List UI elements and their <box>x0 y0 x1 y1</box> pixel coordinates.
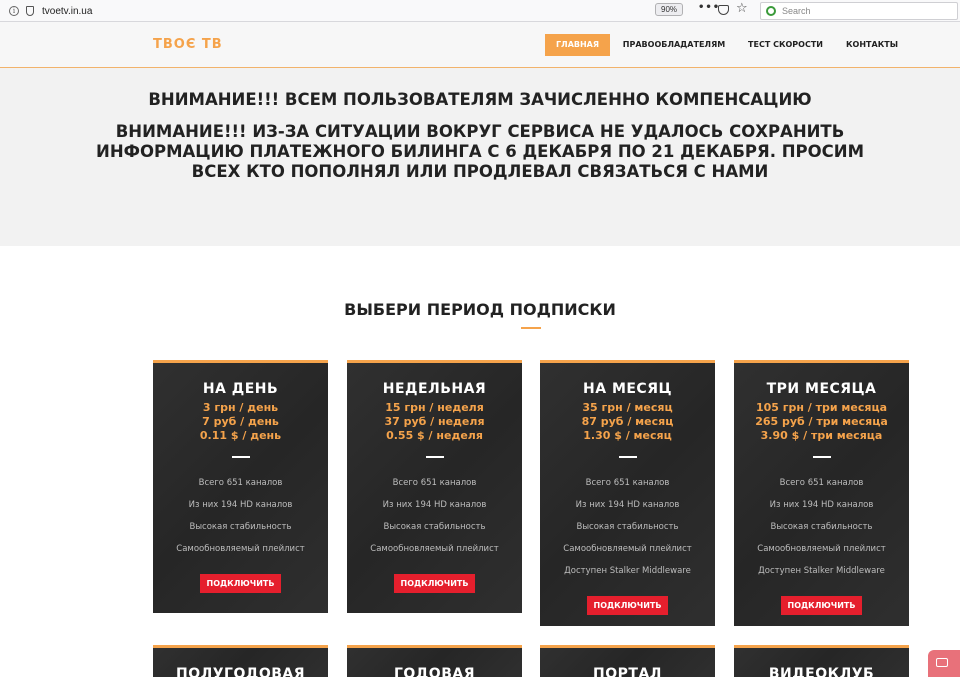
subscribe-button[interactable]: ПОДКЛЮЧИТЬ <box>393 574 476 593</box>
divider <box>231 456 250 458</box>
divider <box>812 456 831 458</box>
chat-widget-button[interactable] <box>928 650 960 677</box>
plan-feature: Самообновляемый плейлист <box>757 544 886 554</box>
plan-price-uah: 105 грн / три месяца <box>755 401 888 414</box>
page-actions-icon[interactable]: ••• <box>698 2 720 13</box>
plan-card-half-year: ПОЛУГОДОВАЯ <box>153 645 328 677</box>
plan-price-uah: 35 грн / месяц <box>582 401 673 414</box>
plan-price-usd: 3.90 $ / три месяца <box>760 429 883 442</box>
plan-feature: Самообновляемый плейлист <box>563 544 692 554</box>
plan-title: ВИДЕОКЛУБ <box>768 666 875 677</box>
plan-price-rub: 87 руб / месяц <box>581 415 674 428</box>
plan-card-portal: ПОРТАЛ <box>540 645 715 677</box>
site-header: ТВОЄ ТВ ГЛАВНАЯ ПРАВООБЛАДАТЕЛЯМ ТЕСТ СК… <box>0 22 960 68</box>
notice-compensation: ВНИМАНИЕ!!! ВСЕМ ПОЛЬЗОВАТЕЛЯМ ЗАЧИСЛЕНН… <box>148 90 812 109</box>
plan-feature: Высокая стабильность <box>770 522 873 532</box>
plan-feature: Всего 651 каналов <box>392 478 477 488</box>
nav-contacts[interactable]: КОНТАКТЫ <box>843 34 901 56</box>
plan-feature: Всего 651 каналов <box>779 478 864 488</box>
plan-card-three-months: ТРИ МЕСЯЦА 105 грн / три месяца 265 руб … <box>734 360 909 626</box>
plan-price-usd: 0.55 $ / неделя <box>386 429 483 442</box>
plan-title: НА МЕСЯЦ <box>583 381 672 397</box>
plan-card-week: НЕДЕЛЬНАЯ 15 грн / неделя 37 руб / недел… <box>347 360 522 613</box>
plan-title: ПОЛУГОДОВАЯ <box>175 666 306 677</box>
section-title-underline <box>521 327 541 329</box>
search-placeholder: Search <box>782 6 811 16</box>
plan-feature: Высокая стабильность <box>383 522 486 532</box>
subscribe-button[interactable]: ПОДКЛЮЧИТЬ <box>199 574 282 593</box>
subscribe-button[interactable]: ПОДКЛЮЧИТЬ <box>780 596 863 615</box>
plan-feature: Высокая стабильность <box>576 522 679 532</box>
plan-title: НЕДЕЛЬНАЯ <box>382 381 487 397</box>
plan-title: ПОРТАЛ <box>593 666 662 677</box>
notice-billing-line-3: ВСЕХ КТО ПОПОЛНЯЛ ИЛИ ПРОДЛЕВАЛ СВЯЗАТЬС… <box>191 162 769 181</box>
plan-feature: Доступен Stalker Middleware <box>564 566 691 576</box>
plan-feature: Самообновляемый плейлист <box>370 544 499 554</box>
plan-price-rub: 37 руб / неделя <box>384 415 485 428</box>
browser-toolbar: i tvoetv.in.ua 90% ••• ☆ Search <box>0 0 960 22</box>
plan-feature: Всего 651 каналов <box>198 478 283 488</box>
plan-price-usd: 0.11 $ / день <box>199 429 282 442</box>
plan-title: ТРИ МЕСЯЦА <box>766 381 877 397</box>
nav-rightholders[interactable]: ПРАВООБЛАДАТЕЛЯМ <box>620 34 728 56</box>
plan-title: НА ДЕНЬ <box>202 381 279 397</box>
zoom-indicator[interactable]: 90% <box>655 3 684 16</box>
plan-feature: Всего 651 каналов <box>585 478 670 488</box>
address-bar[interactable]: i tvoetv.in.ua <box>4 2 752 20</box>
plan-feature: Из них 194 HD каналов <box>188 500 293 510</box>
plan-feature: Высокая стабильность <box>189 522 292 532</box>
plan-feature: Самообновляемый плейлист <box>176 544 305 554</box>
nav-home[interactable]: ГЛАВНАЯ <box>545 34 610 56</box>
info-icon[interactable]: i <box>8 5 20 17</box>
url-text[interactable]: tvoetv.in.ua <box>42 6 92 17</box>
bookmark-star-icon[interactable]: ☆ <box>736 1 748 16</box>
plan-card-day: НА ДЕНЬ 3 грн / день 7 руб / день 0.11 $… <box>153 360 328 613</box>
plan-price-uah: 3 грн / день <box>202 401 279 414</box>
plan-card-month: НА МЕСЯЦ 35 грн / месяц 87 руб / месяц 1… <box>540 360 715 626</box>
plan-feature: Из них 194 HD каналов <box>575 500 680 510</box>
notice-banner: ВНИМАНИЕ!!! ВСЕМ ПОЛЬЗОВАТЕЛЯМ ЗАЧИСЛЕНН… <box>0 68 960 246</box>
nav-speed-test[interactable]: ТЕСТ СКОРОСТИ <box>743 34 828 56</box>
divider <box>618 456 637 458</box>
section-title: ВЫБЕРИ ПЕРИОД ПОДПИСКИ <box>344 300 616 319</box>
subscribe-button[interactable]: ПОДКЛЮЧИТЬ <box>586 596 669 615</box>
notice-billing-line-1: ВНИМАНИЕ!!! ИЗ-ЗА СИТУАЦИИ ВОКРУГ СЕРВИС… <box>115 122 845 141</box>
plan-feature: Доступен Stalker Middleware <box>758 566 885 576</box>
search-engine-icon <box>766 6 776 16</box>
divider <box>425 456 444 458</box>
search-input[interactable]: Search <box>760 2 958 20</box>
notice-billing-line-2: ИНФОРМАЦИЮ ПЛАТЕЖНОГО БИЛИНГА С 6 ДЕКАБР… <box>96 142 864 161</box>
chat-icon <box>936 658 948 667</box>
plan-price-uah: 15 грн / неделя <box>385 401 484 414</box>
plan-feature: Из них 194 HD каналов <box>382 500 487 510</box>
site-logo[interactable]: ТВОЄ ТВ <box>153 37 223 52</box>
shield-icon[interactable] <box>26 6 34 16</box>
plan-price-rub: 7 руб / день <box>202 415 279 428</box>
plan-feature: Из них 194 HD каналов <box>769 500 874 510</box>
plan-card-videoclub: ВИДЕОКЛУБ <box>734 645 909 677</box>
plan-price-rub: 265 руб / три месяца <box>755 415 888 428</box>
plan-title: ГОДОВАЯ <box>394 666 475 677</box>
plan-card-year: ГОДОВАЯ <box>347 645 522 677</box>
plan-price-usd: 1.30 $ / месяц <box>583 429 672 442</box>
